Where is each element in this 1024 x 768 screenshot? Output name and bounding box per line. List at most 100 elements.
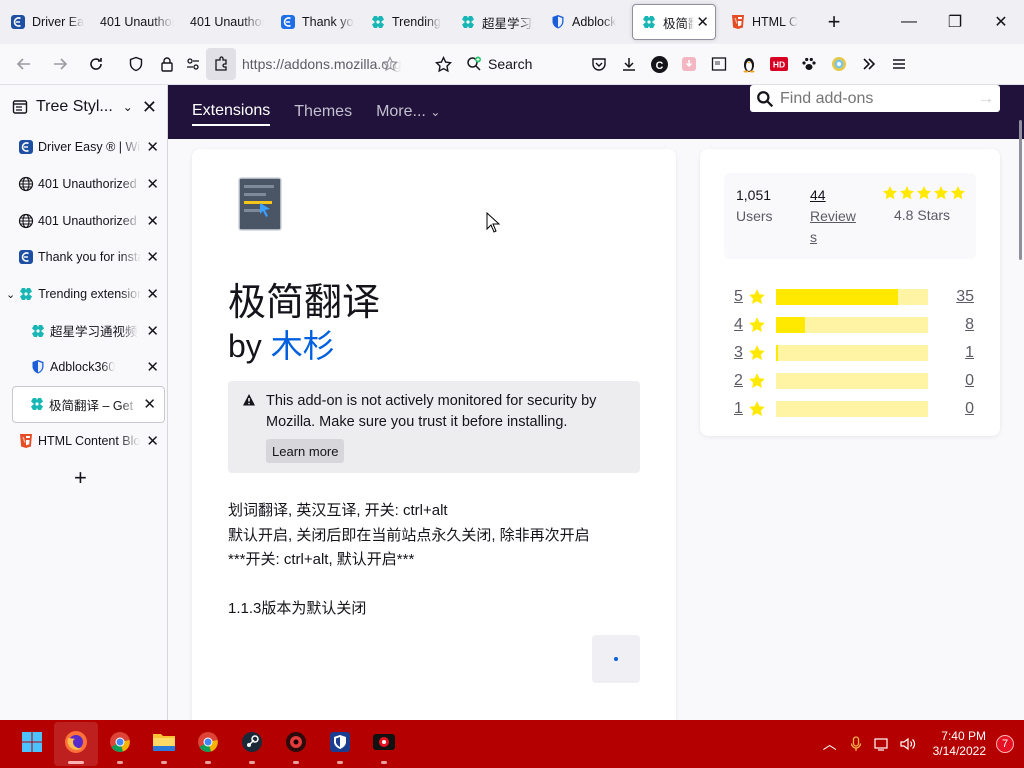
rating-count-link[interactable]: 8 [965,316,974,334]
browser-tab[interactable]: 超星学习通 [450,4,540,40]
tracking-protection-button[interactable] [118,48,154,80]
sidebar-switcher-chevron-icon[interactable]: ⌄ [123,100,133,114]
learn-more-button[interactable]: Learn more [266,439,345,463]
chrome-taskbar-button[interactable] [98,722,142,766]
extension-c-button[interactable]: C [644,48,674,80]
tree-tab-item[interactable]: 401 Unauthorized 0 ✕ [0,202,167,239]
windows-start-taskbar-button[interactable] [10,722,54,766]
steam-taskbar-button[interactable] [230,722,274,766]
rating-count-link[interactable]: 0 [965,372,974,390]
browser-tab[interactable]: 401 Unauthorized [90,4,180,40]
browser-tab[interactable]: 401 Unauthorized [180,4,270,40]
browser-tab[interactable]: Thank you [270,4,360,40]
app-red-taskbar-button[interactable] [274,722,318,766]
new-tab-button[interactable]: + [816,4,852,40]
tree-tab-item[interactable]: Adblock360 ✕ [0,349,167,386]
search-bar[interactable]: Search [458,48,588,80]
tree-tab-close-icon[interactable]: ✕ [146,358,159,376]
sidebar-new-tab-button[interactable]: + [0,465,167,491]
tree-tab-item-selected[interactable]: 极简翻译 – Get th ✕ [12,385,165,423]
rating-bar[interactable] [776,289,928,305]
find-addons-search[interactable]: → [750,85,1000,112]
page-scrollbar[interactable] [1019,120,1022,260]
tree-tab-close-icon[interactable]: ✕ [143,395,156,413]
tree-tab-item[interactable]: 401 Unauthorized 0 ✕ [0,166,167,203]
browser-tab[interactable]: Trending [360,4,450,40]
rating-bar[interactable] [776,345,928,361]
app-menu-button[interactable] [884,48,914,80]
downloads-button[interactable] [614,48,644,80]
rating-bar[interactable] [776,317,928,333]
site-security-button[interactable] [154,48,180,80]
shield-vpn-taskbar-button[interactable] [318,722,362,766]
sidebar-close-button[interactable]: ✕ [142,97,157,118]
chrome-taskbar-button[interactable] [186,722,230,766]
pocket-button[interactable] [584,48,614,80]
rating-bar[interactable] [776,401,928,417]
rating-stars-link[interactable]: 2 [734,372,746,390]
find-addons-input[interactable] [780,89,970,108]
url-text: https://addons.mozilla.org [242,56,402,72]
back-button[interactable] [6,48,42,80]
rating-bar[interactable] [776,373,928,389]
tree-tab-close-icon[interactable]: ✕ [146,248,159,266]
tree-tab-close-icon[interactable]: ✕ [146,322,159,340]
reviews-stat-link[interactable]: 44 Review s [810,185,856,248]
file-explorer-taskbar-button[interactable] [142,722,186,766]
rating-stars-link[interactable]: 5 [734,288,746,306]
notification-badge[interactable]: 7 [996,735,1014,753]
tree-tab-item[interactable]: HTML Content Blo ✕ [0,423,167,460]
extension-screenshot-button[interactable] [704,48,734,80]
rating-stars-link[interactable]: 1 [734,400,746,418]
tree-tab-close-icon[interactable]: ✕ [146,212,159,230]
tree-tab-item[interactable]: Thank you for insta ✕ [0,239,167,276]
taskbar-clock[interactable]: 7:40 PM 3/14/2022 [933,729,986,759]
bookmarks-menu-button[interactable] [428,48,458,80]
reader-view-button[interactable] [206,48,236,80]
rating-count-link[interactable]: 0 [965,400,974,418]
extension-color-wheel-button[interactable] [824,48,854,80]
reload-button[interactable] [78,48,114,80]
tree-tab-close-icon[interactable]: ✕ [146,175,159,193]
firefox-taskbar-button[interactable] [54,722,98,766]
rating-count-link[interactable]: 35 [956,288,974,306]
search-submit-arrow-icon[interactable]: → [978,90,994,108]
browser-tab[interactable]: Driver Easy [0,4,90,40]
maximize-button[interactable]: ❐ [932,0,978,44]
tree-tab-item[interactable]: ⌄ Trending extension ✕ [0,276,167,313]
addon-title: 极简翻译 [228,282,381,324]
permissions-button[interactable] [180,48,206,80]
rating-stars-link[interactable]: 3 [734,344,746,362]
browser-tab-active[interactable]: 极简翻译✕ [632,4,716,40]
sidebar-header[interactable]: Tree Styl... ⌄ ✕ [0,85,167,129]
tree-tab-item[interactable]: 超星学习通视频 ✕ [0,312,167,349]
tree-tab-close-icon[interactable]: ✕ [146,138,159,156]
rating-stars-link[interactable]: 4 [734,316,746,334]
microphone-icon[interactable] [843,736,869,752]
nav-extensions-link[interactable]: Extensions [192,98,271,126]
tree-tab-close-icon[interactable]: ✕ [146,432,159,450]
browser-tab[interactable]: HTML C [720,4,810,40]
nav-themes-link[interactable]: Themes [294,99,352,125]
tab-close-icon[interactable]: ✕ [694,13,709,31]
tree-tab-close-icon[interactable]: ✕ [146,285,159,303]
recorder-taskbar-button[interactable] [362,722,406,766]
close-window-button[interactable]: ✕ [978,0,1024,44]
browser-tab[interactable]: Adblock [540,4,630,40]
network-icon[interactable] [869,737,895,751]
rating-count-link[interactable]: 1 [965,344,974,362]
extension-hd-button[interactable]: HD [764,48,794,80]
forward-button[interactable] [42,48,78,80]
nav-more-menu[interactable]: More... ⌄ [376,99,440,125]
author-link[interactable]: 木杉 [271,328,335,364]
hamburger-menu-icon [893,59,905,69]
tray-chevron-up-icon[interactable]: ︿ [817,734,843,754]
minimize-button[interactable]: — [886,0,932,44]
volume-icon[interactable] [895,737,921,751]
tree-tab-item[interactable]: Driver Easy ® | Win ✕ [0,129,167,166]
tree-twisty-chevron-down-icon[interactable]: ⌄ [6,288,15,301]
extension-download-helper-button[interactable] [674,48,704,80]
overflow-menu-button[interactable] [854,48,884,80]
extension-paw-button[interactable] [794,48,824,80]
extension-penguin-button[interactable] [734,48,764,80]
